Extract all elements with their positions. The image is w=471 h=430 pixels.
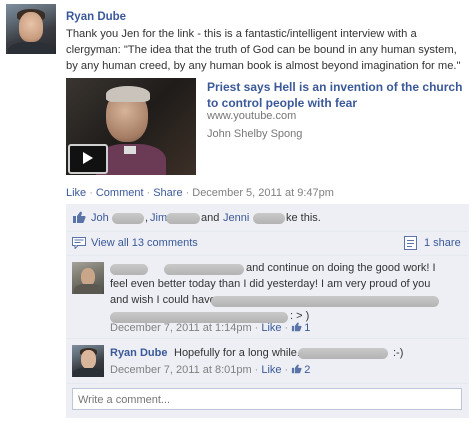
write-comment-row: Write a comment... — [66, 384, 469, 418]
share-doc-icon — [404, 236, 417, 253]
comment-item: Ryan Dube Hopefully for a long while. :-… — [66, 339, 469, 384]
video-thumbnail[interactable] — [66, 78, 196, 175]
comment-text: Hopefully for a long while. — [174, 347, 300, 359]
like-count-thumb-icon — [291, 322, 302, 334]
post-text: Thank you Jen for the link - this is a f… — [66, 28, 461, 72]
comment-meta: December 7, 2011 at 8:01pm · Like · 2 — [110, 364, 310, 376]
comment-item: and continue on doing the good work! I f… — [66, 256, 469, 339]
comment-like-link[interactable]: Like — [261, 364, 281, 376]
shared-link-title[interactable]: Priest says Hell is an invention of the … — [207, 79, 469, 111]
view-all-comments-link[interactable]: View all 13 comments — [91, 237, 198, 249]
comment-link[interactable]: Comment — [96, 187, 144, 199]
shares-count-link[interactable]: 1 share — [424, 237, 461, 249]
play-icon[interactable] — [68, 144, 108, 174]
thumbs-up-icon — [72, 211, 86, 227]
separator-dot: · — [146, 187, 151, 199]
separator-dot: · — [185, 187, 190, 199]
post-author-name[interactable]: Ryan Dube — [66, 11, 126, 23]
author-avatar[interactable] — [6, 4, 56, 54]
comment-like-link[interactable]: Like — [261, 322, 281, 334]
separator-dot: · — [89, 187, 93, 199]
separator-dot: · — [284, 364, 289, 376]
separator-dot: · — [254, 322, 259, 334]
post-actions: Like · Comment · Share · December 5, 2011 at 9… — [66, 187, 334, 199]
comment-meta: December 7, 2011 at 1:14pm · Like · 1 — [110, 322, 310, 334]
liker-name-2[interactable]: Jim — [150, 212, 167, 224]
comment-text-tail: :-) — [393, 347, 404, 359]
commenter-avatar[interactable] — [72, 345, 104, 377]
post-timestamp[interactable]: December 5, 2011 at 9:47pm — [192, 187, 334, 199]
comment-text-line4: : > ) — [290, 310, 310, 322]
comment-bubble-icon — [72, 237, 86, 252]
shared-link-author: John Shelby Spong — [207, 128, 303, 140]
separator-dot: · — [284, 322, 289, 334]
separator-dot: · — [254, 364, 259, 376]
comment-like-count[interactable]: 1 — [304, 322, 310, 334]
likes-connector: and — [201, 212, 220, 224]
shared-link-domain: www.youtube.com — [207, 110, 297, 122]
comment-timestamp[interactable]: December 7, 2011 at 8:01pm — [110, 364, 252, 376]
comment-text-line3: and wish I could have — [110, 294, 216, 306]
comment-text-line1: and continue on doing the good work! I — [246, 262, 436, 274]
comment-author-name[interactable]: Ryan Dube — [110, 347, 167, 359]
liker-name-3[interactable]: Jenni — [223, 212, 249, 224]
comment-like-count[interactable]: 2 — [304, 364, 310, 376]
likes-row: Joh , Jim and Jenni ke this. — [66, 204, 469, 232]
write-comment-input[interactable]: Write a comment... — [72, 388, 462, 410]
like-link[interactable]: Like — [66, 187, 86, 199]
commenter-avatar[interactable] — [72, 262, 104, 294]
view-all-comments-row: View all 13 comments 1 share — [66, 232, 469, 256]
likes-comma: , — [145, 212, 149, 224]
liker-name-1[interactable]: Joh — [91, 212, 109, 224]
share-link[interactable]: Share — [153, 187, 182, 199]
comment-timestamp[interactable]: December 7, 2011 at 1:14pm — [110, 322, 252, 334]
like-count-thumb-icon — [291, 364, 302, 376]
comment-text-line2: feel even better today than I did yester… — [110, 278, 431, 290]
likes-suffix: ke this. — [286, 212, 321, 224]
